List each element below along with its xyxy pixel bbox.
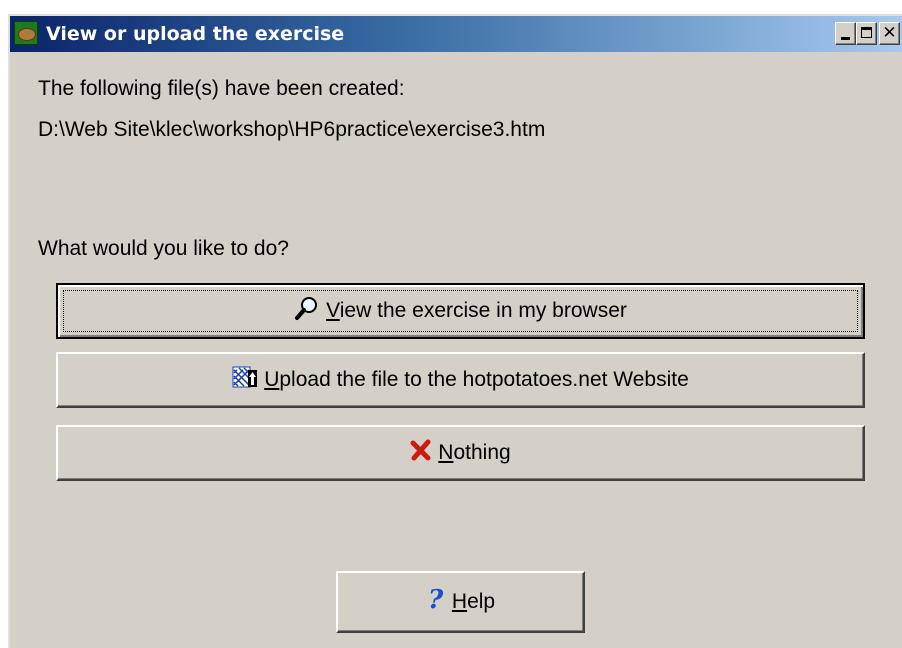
maximize-button[interactable] (856, 22, 877, 45)
nothing-button[interactable]: Nothing (56, 425, 865, 481)
nothing-label: Nothing (438, 441, 511, 464)
question-mark-icon: ? (426, 585, 446, 618)
close-icon: ✕ (882, 23, 897, 43)
red-x-icon (410, 439, 432, 467)
web-upload-icon (232, 364, 258, 396)
upload-file-button[interactable]: Upload the file to the hotpotatoes.net W… (56, 352, 865, 408)
svg-text:?: ? (428, 586, 444, 612)
minimize-icon (841, 37, 850, 40)
created-files-label: The following file(s) have been created: (38, 77, 405, 100)
title-bar[interactable]: View or upload the exercise ✕ (10, 16, 902, 52)
question-label: What would you like to do? (38, 237, 289, 260)
view-exercise-button[interactable]: View the exercise in my browser (56, 283, 865, 339)
upload-file-label: Upload the file to the hotpotatoes.net W… (264, 368, 689, 391)
window-title: View or upload the exercise (46, 23, 345, 45)
focus-rectangle (63, 290, 858, 332)
help-label: Help (451, 590, 496, 613)
minimize-button[interactable] (835, 22, 856, 45)
maximize-icon (861, 27, 872, 38)
hot-potatoes-app-icon[interactable] (14, 21, 38, 45)
help-button[interactable]: ? Help (336, 571, 585, 633)
close-button[interactable]: ✕ (879, 22, 900, 45)
dialog-window: View or upload the exercise ✕ The follow… (8, 14, 902, 648)
created-file-path: D:\Web Site\klec\workshop\HP6practice\ex… (38, 118, 546, 141)
